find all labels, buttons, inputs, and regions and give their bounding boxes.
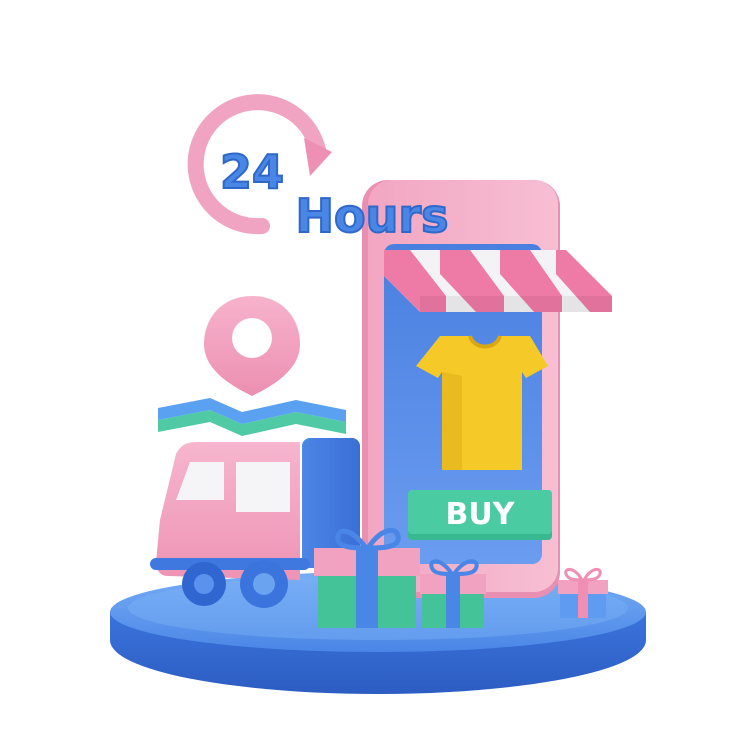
buy-button[interactable]: BUY <box>408 490 552 540</box>
shop-awning <box>384 250 612 312</box>
gift-box-small <box>558 568 608 618</box>
location-pin-icon <box>204 296 300 396</box>
illustration-canvas: BUY 24 Hours <box>0 0 736 736</box>
hours-number: 24 <box>220 145 284 199</box>
delivery-scene: BUY 24 Hours <box>110 94 646 694</box>
map-icon <box>158 398 346 436</box>
hours-word: Hours <box>296 189 449 243</box>
buy-label: BUY <box>446 497 516 532</box>
truck-window <box>236 462 290 512</box>
